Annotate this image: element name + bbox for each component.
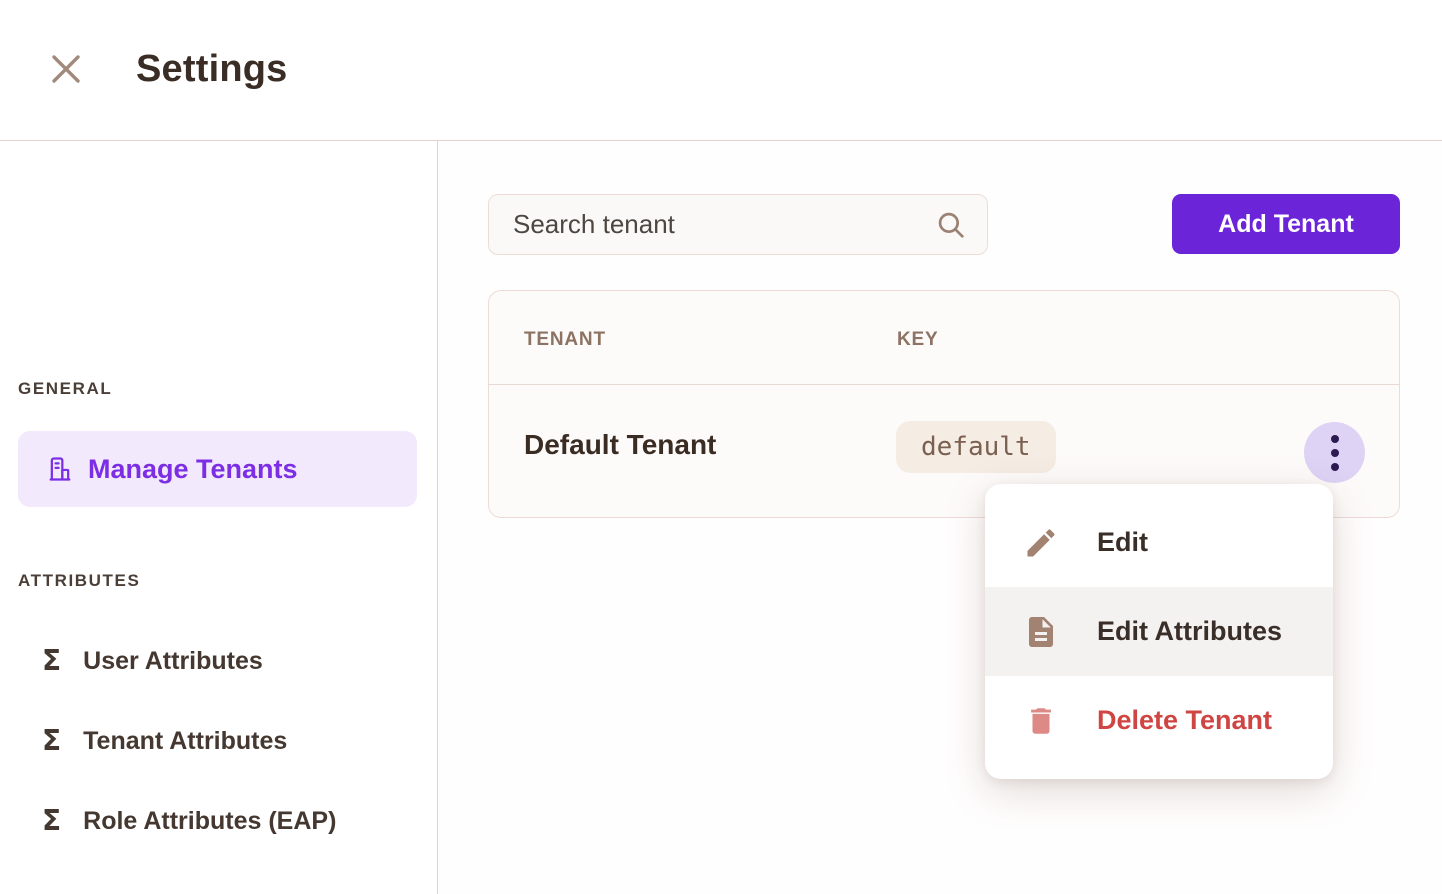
sidebar-item-tenant-attributes[interactable]: Σ Tenant Attributes xyxy=(42,717,412,765)
sigma-icon: Σ xyxy=(42,807,61,835)
row-context-menu: Edit Edit Attributes Delete Tenant xyxy=(985,484,1333,779)
sigma-icon: Σ xyxy=(42,727,61,755)
sidebar-item-label: Tenant Attributes xyxy=(83,727,287,756)
menu-item-label: Delete Tenant xyxy=(1097,705,1272,736)
close-button[interactable] xyxy=(44,48,88,92)
menu-item-edit-attributes[interactable]: Edit Attributes xyxy=(985,587,1333,676)
x-icon xyxy=(47,50,85,91)
tenant-key-badge: default xyxy=(896,421,1056,473)
add-tenant-button[interactable]: Add Tenant xyxy=(1172,194,1400,254)
column-header-key: KEY xyxy=(897,329,938,351)
trash-icon xyxy=(1021,701,1061,741)
search-wrap xyxy=(488,194,988,255)
sidebar-item-role-attributes[interactable]: Σ Role Attributes (EAP) xyxy=(42,797,412,845)
sidebar-item-manage-tenants[interactable]: Manage Tenants xyxy=(18,431,417,507)
settings-page: Settings GENERAL Manage Tenants ATTRIBUT… xyxy=(0,0,1442,894)
sidebar-item-label: Role Attributes (EAP) xyxy=(83,807,336,836)
sidebar: GENERAL Manage Tenants ATTRIBUTES Σ User… xyxy=(0,141,438,894)
menu-item-edit[interactable]: Edit xyxy=(985,498,1333,587)
building-icon xyxy=(46,455,74,483)
column-header-tenant: TENANT xyxy=(524,329,606,351)
sidebar-section-attributes: ATTRIBUTES xyxy=(18,571,140,591)
search-input[interactable] xyxy=(488,194,988,255)
document-icon xyxy=(1021,612,1061,652)
sidebar-item-user-attributes[interactable]: Σ User Attributes xyxy=(42,637,412,685)
row-actions-button[interactable] xyxy=(1304,422,1365,483)
menu-item-label: Edit xyxy=(1097,527,1148,558)
sidebar-section-general: GENERAL xyxy=(18,379,112,399)
top-bar: Settings xyxy=(0,0,1442,141)
page-title: Settings xyxy=(136,48,288,91)
sidebar-item-label: User Attributes xyxy=(83,647,263,676)
kebab-menu-icon xyxy=(1331,435,1339,471)
tenant-name-cell: Default Tenant xyxy=(524,429,716,461)
sigma-icon: Σ xyxy=(42,647,61,675)
menu-item-delete-tenant[interactable]: Delete Tenant xyxy=(985,676,1333,765)
table-header-row: TENANT KEY xyxy=(489,291,1399,385)
menu-item-label: Edit Attributes xyxy=(1097,616,1282,647)
sidebar-item-label: Manage Tenants xyxy=(88,454,298,485)
pencil-icon xyxy=(1021,523,1061,563)
